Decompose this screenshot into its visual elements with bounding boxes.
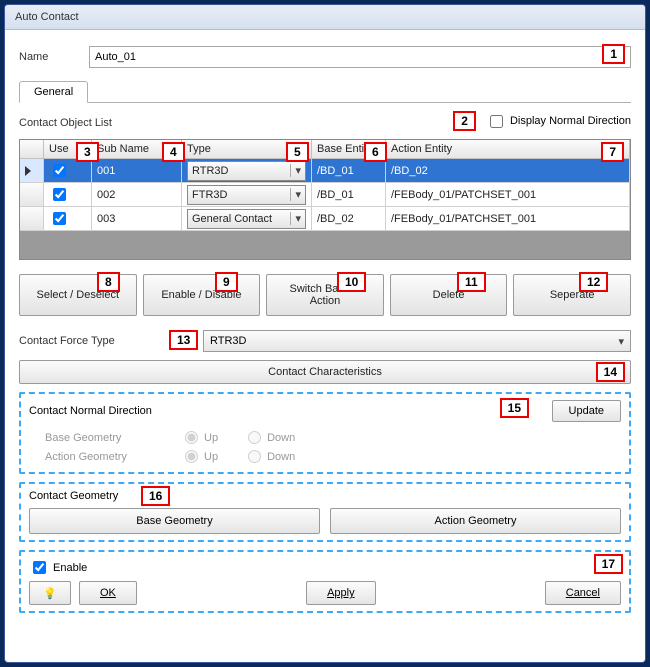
down-label: Down: [267, 432, 295, 444]
col-base: Base Entity: [312, 140, 386, 159]
table-row[interactable]: 003 General Contact ▾ /BD_02/FEBody_01/PATC…: [20, 207, 630, 231]
callout-13: 13: [169, 330, 198, 350]
lightbulb-icon: 💡: [43, 587, 57, 600]
enable-disable-button[interactable]: Enable / Disable: [143, 274, 261, 316]
up-label: Up: [204, 432, 218, 444]
force-type-select[interactable]: RTR3D ▾: [203, 330, 631, 352]
contact-characteristics-button[interactable]: Contact Characteristics: [19, 360, 631, 384]
table-row[interactable]: 001 RTR3D ▾ /BD_01/BD_02: [20, 159, 630, 183]
type-cell[interactable]: RTR3D ▾: [182, 159, 312, 183]
footer-group: Enable 17 💡 OK Apply Cancel: [19, 550, 631, 613]
col-use: Use: [44, 140, 92, 159]
tab-bar: General: [19, 80, 631, 103]
switch-base-action-button[interactable]: Switch Base & Action: [266, 274, 384, 316]
action-entity-cell: /FEBody_01/PATCHSET_001: [386, 183, 630, 207]
update-button[interactable]: Update: [552, 400, 621, 422]
enable-label: Enable: [53, 562, 87, 574]
base-entity-cell: /BD_01: [312, 159, 386, 183]
auto-contact-window: Auto Contact Name 1 General Contact Obje…: [4, 4, 646, 663]
base-entity-cell: /BD_01: [312, 183, 386, 207]
callout-17: 17: [594, 554, 623, 574]
row-indicator: [20, 159, 44, 183]
force-type-label: Contact Force Type: [19, 335, 159, 347]
subname-cell: 001: [92, 159, 182, 183]
grid-empty-area: [20, 231, 630, 259]
apply-button[interactable]: Apply: [306, 581, 376, 605]
down-label-2: Down: [267, 451, 295, 463]
normal-direction-group: Contact Normal Direction 15 Update Base …: [19, 392, 631, 474]
action-up-radio: [185, 450, 198, 463]
chevron-down-icon: ▾: [290, 164, 301, 177]
col-type: Type: [182, 140, 312, 159]
contact-geometry-label: Contact Geometry: [29, 490, 118, 502]
base-up-radio: [185, 431, 198, 444]
action-geometry-button[interactable]: Action Geometry: [330, 508, 621, 534]
base-down-radio: [248, 431, 261, 444]
chevron-down-icon: ▾: [290, 188, 301, 201]
separate-button[interactable]: Seperate: [513, 274, 631, 316]
callout-15: 15: [500, 398, 529, 418]
cancel-button[interactable]: Cancel: [545, 581, 621, 605]
chevron-down-icon: ▾: [618, 335, 624, 348]
base-geometry-button[interactable]: Base Geometry: [29, 508, 320, 534]
use-cell[interactable]: [44, 207, 92, 231]
use-cell[interactable]: [44, 159, 92, 183]
type-cell[interactable]: FTR3D ▾: [182, 183, 312, 207]
subname-cell: 003: [92, 207, 182, 231]
tab-general[interactable]: General: [19, 81, 88, 103]
callout-2: 2: [453, 111, 476, 131]
action-geometry-label: Action Geometry: [45, 451, 155, 463]
callout-16: 16: [141, 486, 170, 506]
type-value: General Contact: [192, 213, 272, 225]
table-row[interactable]: 002 FTR3D ▾ /BD_01/FEBody_01/PATCHSET_001: [20, 183, 630, 207]
use-cell[interactable]: [44, 183, 92, 207]
use-checkbox[interactable]: [53, 212, 66, 225]
display-normal-checkbox[interactable]: [490, 115, 503, 128]
contact-geometry-group: Contact Geometry 16 Base Geometry Action…: [19, 482, 631, 542]
up-label-2: Up: [204, 451, 218, 463]
subname-cell: 002: [92, 183, 182, 207]
display-normal-label: Display Normal Direction: [510, 115, 631, 127]
object-list-grid: Use Sub Name Type Base Entity Action Ent…: [19, 139, 631, 260]
delete-button[interactable]: Delete: [390, 274, 508, 316]
type-value: FTR3D: [192, 189, 227, 201]
normal-direction-label: Contact Normal Direction: [29, 405, 152, 417]
type-select[interactable]: RTR3D ▾: [187, 161, 306, 181]
col-action: Action Entity: [386, 140, 630, 159]
name-label: Name: [19, 51, 79, 63]
col-indicator: [20, 140, 44, 159]
use-checkbox[interactable]: [53, 188, 66, 201]
help-icon-button[interactable]: 💡: [29, 581, 71, 605]
name-input[interactable]: [89, 46, 631, 68]
ok-button[interactable]: OK: [79, 581, 137, 605]
col-subname: Sub Name: [92, 140, 182, 159]
window-title: Auto Contact: [15, 11, 79, 23]
object-list-label: Contact Object List: [19, 117, 112, 129]
row-indicator: [20, 207, 44, 231]
base-geometry-label: Base Geometry: [45, 432, 155, 444]
action-down-radio: [248, 450, 261, 463]
type-cell[interactable]: General Contact ▾: [182, 207, 312, 231]
use-checkbox[interactable]: [53, 164, 66, 177]
chevron-down-icon: ▾: [290, 212, 301, 225]
base-entity-cell: /BD_02: [312, 207, 386, 231]
type-select[interactable]: FTR3D ▾: [187, 185, 306, 205]
row-indicator: [20, 183, 44, 207]
type-select[interactable]: General Contact ▾: [187, 209, 306, 229]
enable-checkbox[interactable]: [33, 561, 46, 574]
action-entity-cell: /FEBody_01/PATCHSET_001: [386, 207, 630, 231]
action-entity-cell: /BD_02: [386, 159, 630, 183]
force-type-value: RTR3D: [210, 335, 246, 347]
select-deselect-button[interactable]: Select / Deselect: [19, 274, 137, 316]
type-value: RTR3D: [192, 165, 228, 177]
titlebar: Auto Contact: [5, 5, 645, 30]
